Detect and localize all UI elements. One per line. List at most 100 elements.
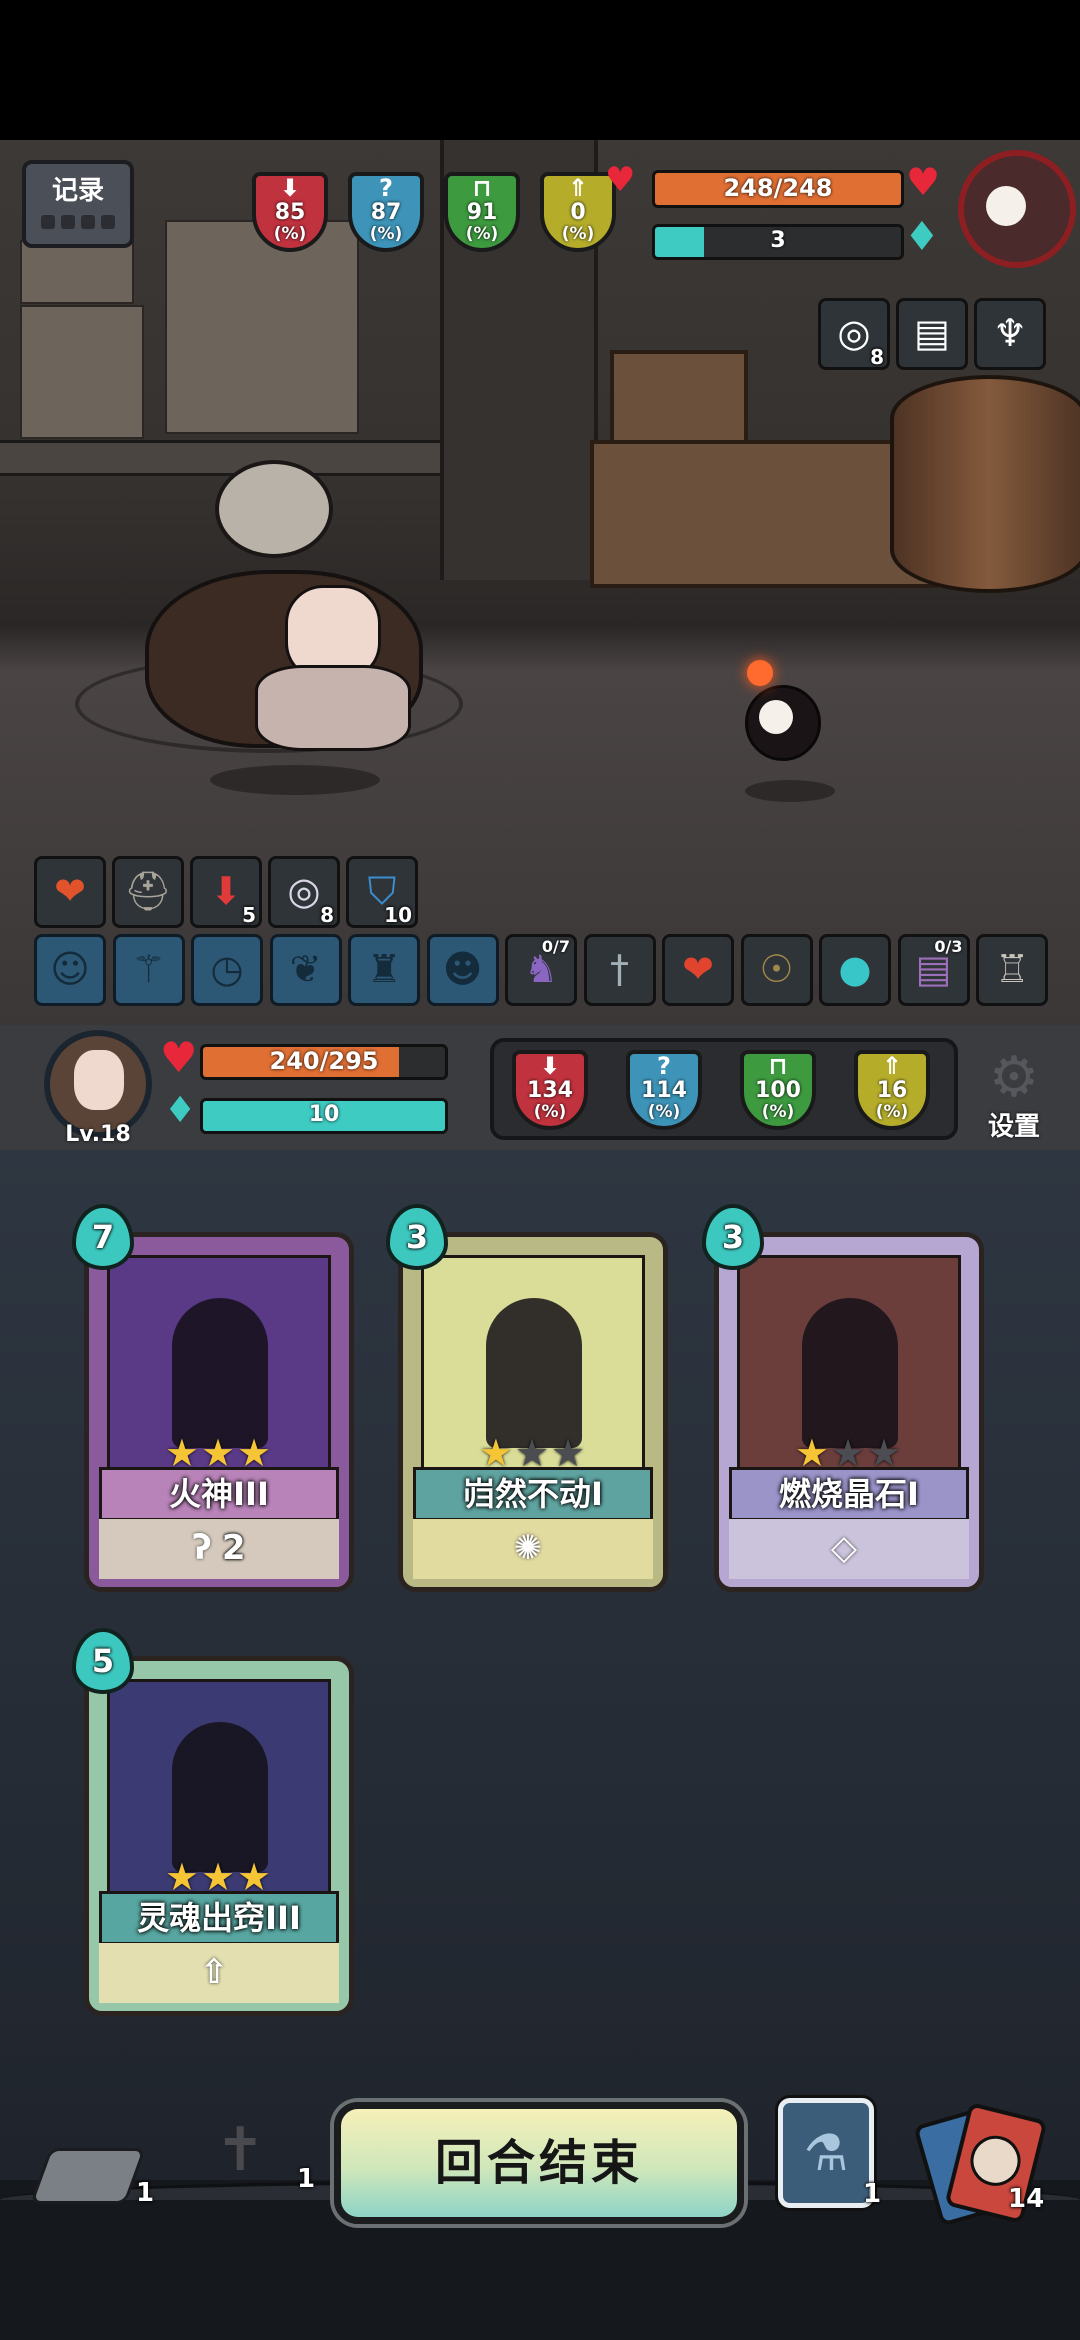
grave-pile[interactable]: ✝ 1 (195, 2110, 315, 2200)
enemy-hp-bar: 248/248 (652, 170, 904, 208)
card-art-figure (172, 1722, 268, 1872)
equip-slot-spellbook[interactable]: ▤ 0/3 (897, 934, 970, 1006)
settings-gear-icon[interactable]: ⚙ (978, 1048, 1050, 1108)
avatar-face-icon (74, 1050, 124, 1110)
enemy-hp-text: 248/248 (723, 174, 833, 202)
skill-card[interactable]: ★★★ 火神III ʔ 2 (84, 1232, 354, 1592)
player-buff-fire-heart[interactable]: ❤ (34, 856, 106, 928)
fire-heart-icon: ❤ (54, 869, 86, 913)
staff-slot-icon: ⚚ (131, 947, 166, 991)
player-buff-spiral[interactable]: ◎ 8 (268, 856, 340, 928)
skill-card[interactable]: ★★★ 灵魂出窍III ⇧ (84, 1656, 354, 2016)
stat-unit: (%) (647, 1102, 681, 1122)
draw-count: 14 (1008, 2184, 1045, 2214)
enemy-portrait[interactable] (958, 150, 1076, 268)
staff-hook-icon: ʔ (192, 1528, 212, 1568)
card-art-figure (802, 1298, 898, 1448)
card-cost: 3 (702, 1204, 764, 1270)
stat-unit: (%) (875, 1102, 909, 1122)
cat-slot-icon: ☺ (50, 947, 90, 991)
stat-unit: (%) (465, 224, 499, 244)
equip-slot-cat-slot[interactable]: ☺ (34, 934, 106, 1006)
equip-slot-staff-slot[interactable]: ⚚ (112, 934, 185, 1006)
clock-slot-icon: ◷ (210, 947, 244, 991)
player-dress (255, 665, 411, 751)
potion-flask-icon: ⚗ (803, 2124, 849, 2182)
player-character[interactable] (145, 460, 425, 760)
card-cost-value: 3 (721, 1218, 745, 1256)
player-hp-bar: 240/295 (200, 1044, 448, 1080)
red-sword-stat: ⬇ 85 (%) (252, 172, 328, 252)
enemy-heart-icon: ♥ (605, 160, 636, 200)
buff-count: 5 (242, 903, 256, 927)
crate-top (610, 350, 748, 448)
equip-slot-torso-slot[interactable]: ♜ (348, 934, 420, 1006)
stat-glyph: ⊓ (768, 1052, 788, 1080)
stat-glyph: ⬇ (539, 1052, 561, 1080)
stat-glyph: ⇑ (881, 1052, 903, 1080)
enemy-energy-text: 3 (770, 228, 786, 253)
stat-value: 100 (755, 1078, 801, 1103)
buff-count: 10 (384, 903, 412, 927)
stat-value: 0 (570, 200, 586, 225)
card-cost-value: 3 (405, 1218, 429, 1256)
equip-slot-dagger[interactable]: † (583, 934, 656, 1006)
slot-badge: 0/3 (934, 937, 963, 956)
strawberry-icon: ❤ (682, 947, 714, 991)
stat-unit: (%) (761, 1102, 795, 1122)
equip-slot-wizard-figure[interactable]: ♞ 0/7 (505, 934, 577, 1006)
card-name: 岿然不动I (413, 1467, 653, 1521)
up-arrow-icon: ⇧ (199, 1952, 229, 1992)
equip-slot-masquerade-mask[interactable]: ☉ (740, 934, 813, 1006)
card-cost: 5 (72, 1628, 134, 1694)
end-turn-label: 回合结束 (434, 2135, 643, 2191)
stat-value: 134 (527, 1078, 573, 1103)
draw-pile-spiral-icon (965, 2130, 1026, 2192)
stat-value: 114 (641, 1078, 687, 1103)
helmet-icon: ⛑ (123, 869, 173, 913)
stat-value: 91 (466, 200, 498, 225)
blue-question-stat: ? 87 (%) (348, 172, 424, 252)
equip-slot-mask-slot[interactable]: ☻ (426, 934, 499, 1006)
equip-slot-wing-slot[interactable]: ❦ (269, 934, 342, 1006)
equip-slot-strawberry[interactable]: ❤ (662, 934, 734, 1006)
grave-cross-icon: ✝ (215, 2115, 266, 2185)
enemy-creature[interactable] (745, 660, 835, 780)
green-guard-stat: ⊓ 91 (%) (444, 172, 520, 252)
potion-count: 1 (863, 2179, 882, 2209)
discard-count: 1 (136, 2178, 155, 2208)
gargoyle-icon: ♆ (992, 311, 1028, 355)
skill-card[interactable]: ★★★ 燃烧晶石I ◇ (714, 1232, 984, 1592)
player-buff-blue-shield[interactable]: ⛉ 10 (346, 856, 418, 928)
masquerade-mask-icon: ☉ (759, 947, 794, 991)
teal-orb-icon: ● (838, 947, 872, 991)
record-button[interactable]: 记录 (22, 160, 134, 248)
card-art-figure (172, 1298, 268, 1448)
player-energy-bar: 10 (200, 1098, 448, 1134)
maze-map (20, 305, 144, 439)
enemy-fire-icon (747, 660, 773, 686)
yellow-arrow-stat: ⇑ 16 (%) (854, 1050, 930, 1130)
enemy-buff-gargoyle[interactable]: ♆ (974, 298, 1046, 370)
discard-pile[interactable]: 1 (29, 2138, 154, 2208)
player-buff-down-arrow-shield[interactable]: ⬇ 5 (190, 856, 262, 928)
enemy-buff-spiral[interactable]: ◎ 8 (818, 298, 890, 370)
end-turn-button[interactable]: 回合结束 (334, 2102, 744, 2224)
player-buff-helmet[interactable]: ⛑ (112, 856, 184, 928)
wall-poster (165, 220, 359, 434)
enemy-buff-book[interactable]: ▤ (896, 298, 968, 370)
settings-label[interactable]: 设置 (978, 1106, 1050, 1143)
cat-balloon (215, 460, 333, 558)
red-sword-stat: ⬇ 134 (%) (512, 1050, 588, 1130)
draw-pile[interactable]: 14 (913, 2101, 1062, 2227)
equip-slot-armor[interactable]: ♖ (976, 934, 1048, 1006)
card-effect-bar: ✺ (413, 1519, 653, 1579)
player-energy-flame-icon: ♦ (164, 1090, 197, 1131)
potion-slot[interactable]: ⚗ 1 (778, 2098, 881, 2209)
card-cost: 7 (72, 1204, 134, 1270)
skill-card[interactable]: ★★★ 岿然不动I ✺ (398, 1232, 668, 1592)
equip-slot-clock-slot[interactable]: ◷ (191, 934, 263, 1006)
record-label: 记录 (51, 176, 104, 206)
stat-unit: (%) (533, 1102, 567, 1122)
equip-slot-teal-orb[interactable]: ● (819, 934, 891, 1006)
